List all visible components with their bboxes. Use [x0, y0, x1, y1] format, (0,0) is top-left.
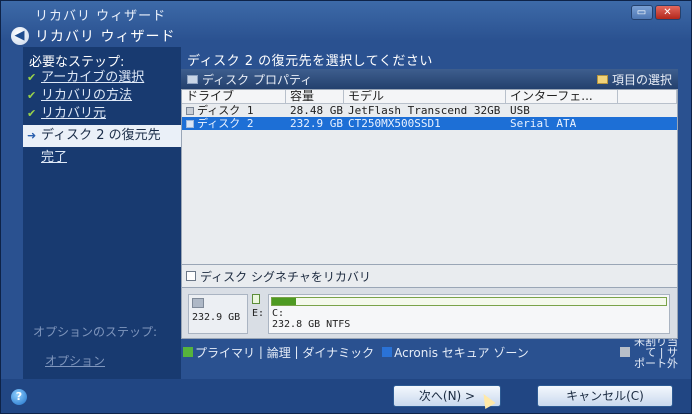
acronis-zone-swatch-icon: [382, 347, 393, 357]
step-recovery-source[interactable]: ✔ リカバリ元: [23, 105, 181, 123]
volume-label: C:: [272, 308, 285, 319]
size-cell: 232.9 GB: [290, 117, 343, 130]
disk-icon: [186, 106, 194, 115]
check-icon: ✔: [27, 71, 37, 84]
disk-signature-option[interactable]: ディスク シグネチャをリカバリ: [181, 265, 678, 287]
disk-properties-label: ディスク プロパティ: [202, 72, 313, 87]
disk-table: ドライブ 容量 モデル インターフェ... ディスク 1 28.48 GB Je…: [181, 89, 678, 265]
legend-unallocated-line2: て | サ: [645, 345, 678, 359]
size-cell: 28.48 GB: [290, 104, 343, 117]
folder-icon: [596, 74, 608, 84]
window-title: リカバリ ウィザード: [35, 9, 167, 24]
current-step-arrow-icon: ➜: [27, 129, 37, 142]
steps-sidebar: 必要なステップ: ✔ アーカイブの選択 ✔ リカバリの方法 ✔ リカバリ元 ➜ …: [23, 47, 181, 379]
back-arrow-icon[interactable]: ◀: [11, 27, 29, 45]
disk-summary[interactable]: 232.9 GB: [188, 294, 248, 334]
partition-block[interactable]: C: 232.8 GB NTFS: [268, 294, 670, 334]
check-icon: ✔: [27, 89, 37, 102]
main-panel: ディスク 2 の復元先を選択してください ディスク プロパティ 項目の選択 ドラ…: [181, 47, 678, 379]
optional-steps-heading: オプションのステップ:: [33, 325, 158, 339]
wizard-header-title: リカバリ ウィザード: [35, 29, 176, 45]
partition-letter: E:: [252, 308, 265, 319]
disk-signature-checkbox[interactable]: [186, 271, 196, 281]
unallocated-swatch-icon: [620, 347, 630, 357]
window-controls: ▭ ✕: [631, 5, 681, 20]
hard-disk-icon: [192, 298, 204, 308]
column-header-drive[interactable]: ドライブ: [182, 90, 286, 103]
select-columns-label: 項目の選択: [611, 72, 672, 87]
footer-bar: ? 次へ(N) > キャンセル(C): [1, 379, 691, 413]
model-cell: CT250MX500SSD1: [348, 117, 441, 130]
legend-acronis: Acronis セキュア ゾーン: [394, 345, 529, 360]
table-row[interactable]: ディスク 1 28.48 GB JetFlash Transcend 32GB …: [182, 104, 677, 117]
column-header-interface[interactable]: インターフェ...: [506, 90, 618, 103]
step-label: 完了: [41, 150, 68, 165]
disk-toolbar: ディスク プロパティ 項目の選択: [181, 69, 678, 89]
model-cell: JetFlash Transcend 32GB: [348, 104, 501, 117]
disk-properties-button[interactable]: ディスク プロパティ: [187, 71, 312, 88]
partition-usage-bar: [271, 297, 667, 306]
partition-legend: プライマリ | 論理 | ダイナミック Acronis セキュア ゾーン 未割り…: [181, 336, 678, 369]
drive-cell: ディスク 1: [182, 104, 286, 117]
check-icon: ✔: [27, 107, 37, 120]
options-link[interactable]: オプション: [45, 354, 157, 369]
drive-cell: ディスク 2: [182, 117, 286, 130]
legend-separator: |: [255, 345, 267, 359]
table-header: ドライブ 容量 モデル インターフェ...: [182, 90, 677, 104]
interface-cell: Serial ATA: [510, 117, 577, 130]
optional-steps: オプションのステップ: オプション: [33, 325, 157, 369]
step-select-archive[interactable]: ✔ アーカイブの選択: [23, 69, 181, 87]
legend-logical: 論理: [266, 345, 291, 360]
drive-name: ディスク 1: [197, 104, 254, 117]
wizard-window: リカバリ ウィザード ▭ ✕ ◀ リカバリ ウィザード 必要なステップ: ✔ ア…: [0, 0, 692, 414]
partition-icon: [252, 294, 260, 304]
step-disk2-destination[interactable]: ➜ ディスク 2 の復元先: [23, 125, 181, 147]
wizard-header: ◀ リカバリ ウィザード: [11, 25, 175, 47]
partition-usage-fill: [272, 298, 296, 305]
disk-size: 232.9 GB: [192, 312, 241, 323]
volume-info: 232.8 GB NTFS: [272, 319, 351, 330]
legend-separator: |: [290, 345, 303, 359]
step-label: アーカイブの選択: [41, 70, 145, 85]
legend-primary: プライマリ: [195, 345, 256, 360]
step-label: リカバリの方法: [41, 88, 133, 103]
legend-unallocated-text: 未割り当 て | サ ポート外: [634, 336, 678, 369]
column-header-filler: [618, 90, 677, 103]
step-recovery-method[interactable]: ✔ リカバリの方法: [23, 87, 181, 105]
close-button[interactable]: ✕: [655, 5, 681, 20]
step-label: リカバリ元: [41, 106, 107, 121]
partition-letter-box: E:: [252, 294, 264, 334]
help-icon[interactable]: ?: [11, 389, 27, 405]
partition-map: 232.9 GB E: C: 232.8 GB NTFS: [181, 287, 678, 339]
page-title: ディスク 2 の復元先を選択してください: [187, 54, 433, 69]
legend-unallocated-line3: ポート外: [634, 356, 678, 370]
select-columns-button[interactable]: 項目の選択: [596, 71, 672, 88]
step-label: ディスク 2 の復元先: [41, 128, 161, 143]
disk-signature-label: ディスク シグネチャをリカバリ: [200, 269, 371, 284]
column-header-model[interactable]: モデル: [344, 90, 506, 103]
cancel-button[interactable]: キャンセル(C): [537, 385, 673, 407]
column-header-size[interactable]: 容量: [286, 90, 344, 103]
interface-cell: USB: [510, 104, 530, 117]
minimize-button[interactable]: ▭: [631, 5, 653, 20]
step-finish[interactable]: 完了: [23, 149, 181, 167]
disk-properties-icon: [187, 74, 198, 84]
required-steps-heading: 必要なステップ:: [29, 55, 125, 70]
drive-name: ディスク 2: [197, 117, 254, 130]
window-title-bar[interactable]: リカバリ ウィザード ▭ ✕: [1, 1, 691, 27]
legend-dynamic: ダイナミック: [302, 345, 375, 360]
legend-unallocated: 未割り当 て | サ ポート外: [620, 336, 678, 369]
primary-swatch-icon: [183, 347, 193, 357]
disk-icon: [186, 119, 194, 128]
table-row-selected[interactable]: ディスク 2 232.9 GB CT250MX500SSD1 Serial AT…: [182, 117, 677, 130]
